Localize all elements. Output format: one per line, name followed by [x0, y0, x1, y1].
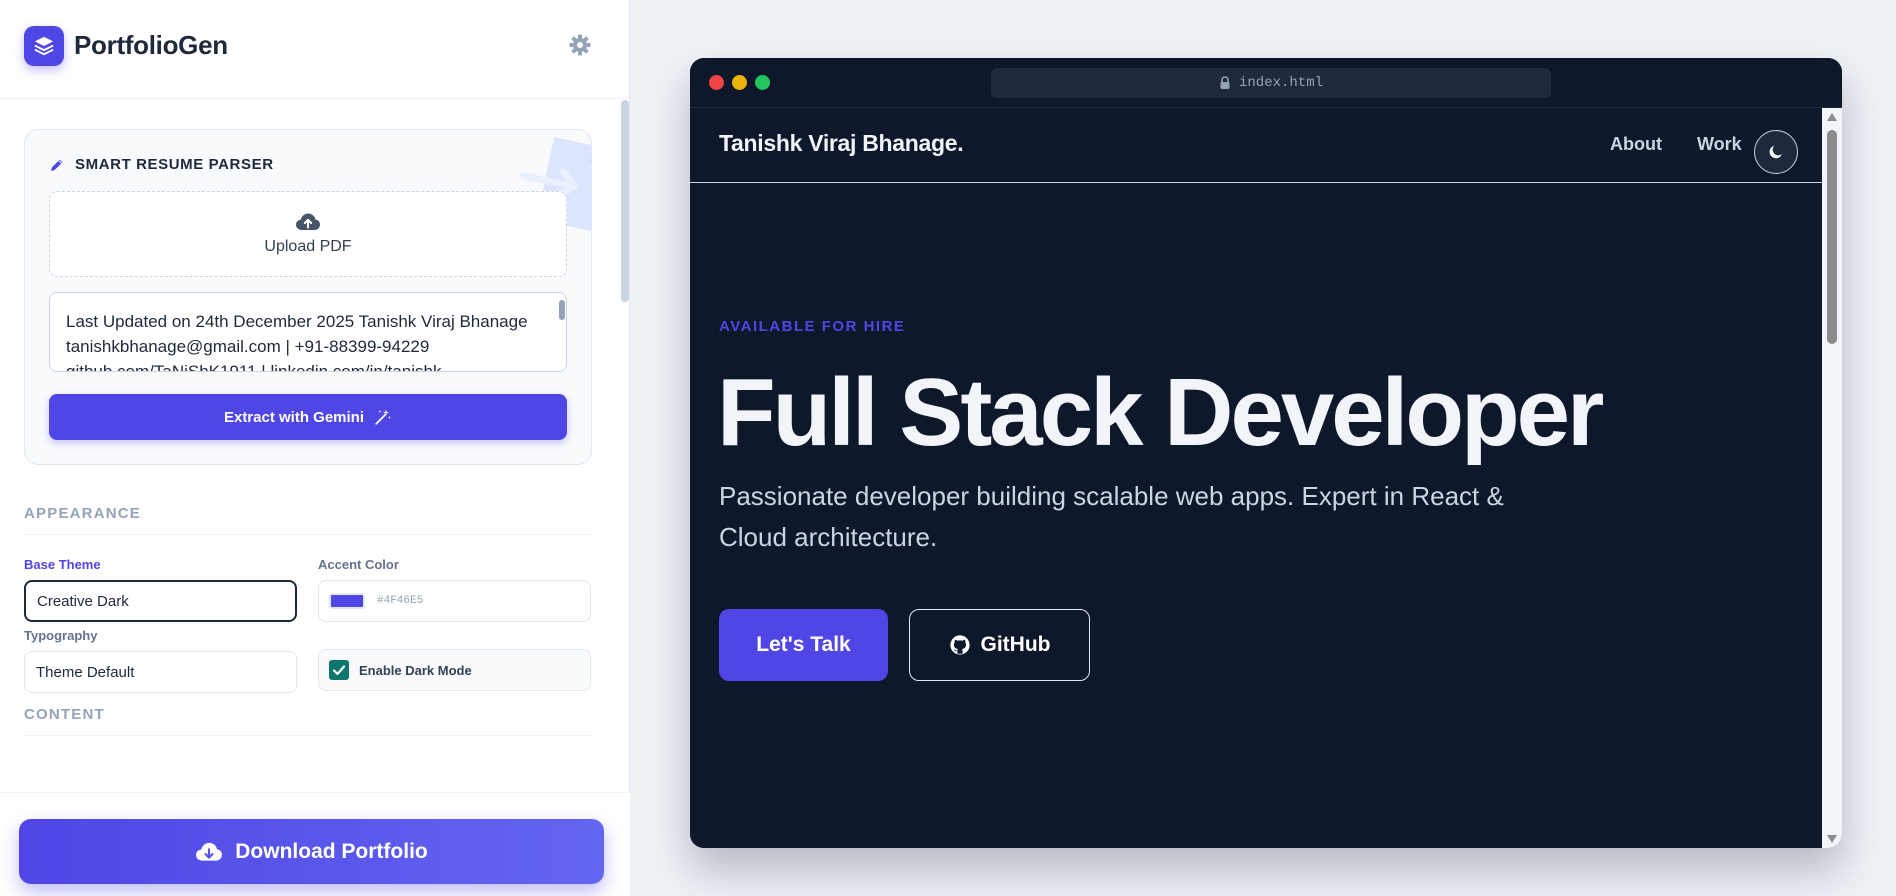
address-bar[interactable]: index.html: [991, 68, 1551, 98]
availability-badge: AVAILABLE FOR HIRE: [719, 318, 906, 335]
appearance-divider: [24, 534, 592, 535]
dark-mode-label: Enable Dark Mode: [359, 662, 472, 678]
parser-title: SMART RESUME PARSER: [75, 156, 274, 173]
nav-link-about[interactable]: About: [1610, 134, 1662, 155]
typography-value: Theme Default: [36, 663, 135, 681]
download-portfolio-label: Download Portfolio: [235, 839, 428, 863]
app-logo: [24, 26, 64, 66]
hero-headline: Full Stack Developer: [717, 359, 1604, 466]
settings-scroll-area[interactable]: SMART RESUME PARSER Upload PDF Last Upda…: [0, 100, 630, 792]
cloud-upload-icon: [296, 213, 320, 230]
accent-color-hex: #4F46E5: [377, 595, 424, 607]
sidebar-scrollbar-thumb[interactable]: [621, 100, 629, 302]
browser-chrome: index.html: [690, 58, 1842, 108]
sidebar-header: PortfolioGen: [0, 0, 630, 99]
resume-text-scrollbar[interactable]: [559, 300, 565, 320]
scroll-up-arrow-icon[interactable]: [1826, 112, 1838, 122]
upload-pdf-label: Upload PDF: [264, 238, 352, 255]
base-theme-select[interactable]: Creative Dark: [24, 580, 297, 622]
github-button[interactable]: GitHub: [909, 609, 1090, 681]
accent-color-label: Accent Color: [318, 557, 399, 572]
magic-wand-icon: [375, 409, 391, 425]
site-navbar: Tanishk Viraj Bhanage. About Work: [690, 108, 1822, 183]
live-preview-window: index.html Tanishk Viraj Bhanage. About …: [690, 58, 1842, 848]
parser-title-row: SMART RESUME PARSER: [49, 156, 274, 173]
app-title: PortfolioGen: [74, 30, 228, 60]
editor-sidebar: PortfolioGen SMART RESUME PARSER Upload …: [0, 0, 630, 896]
layers-icon: [34, 36, 54, 56]
typography-select[interactable]: Theme Default: [24, 651, 297, 693]
pencil-icon: [51, 159, 63, 171]
scroll-down-arrow-icon[interactable]: [1826, 834, 1838, 844]
lock-icon: [1220, 76, 1230, 89]
extract-with-gemini-button[interactable]: Extract with Gemini: [49, 394, 567, 440]
accent-color-picker[interactable]: #4F46E5: [318, 580, 591, 622]
moon-icon: [1769, 145, 1782, 159]
base-theme-value: Creative Dark: [37, 592, 129, 610]
base-theme-label: Base Theme: [24, 557, 101, 572]
theme-toggle-button[interactable]: [1754, 130, 1798, 174]
preview-scrollbar-thumb[interactable]: [1827, 130, 1837, 344]
extract-button-label: Extract with Gemini: [223, 408, 365, 426]
resume-parser-card: SMART RESUME PARSER Upload PDF Last Upda…: [24, 129, 592, 465]
lets-talk-label: Let's Talk: [756, 633, 851, 656]
content-section-label: CONTENT: [24, 706, 105, 723]
content-divider: [24, 735, 592, 736]
gear-icon[interactable]: [568, 33, 592, 57]
dark-mode-toggle[interactable]: Enable Dark Mode: [318, 649, 591, 691]
window-minimize-dot[interactable]: [732, 75, 747, 90]
download-portfolio-button[interactable]: Download Portfolio: [19, 819, 604, 884]
appearance-section-label: APPEARANCE: [24, 505, 142, 522]
portfolio-site: Tanishk Viraj Bhanage. About Work AVAILA…: [690, 108, 1822, 848]
github-label: GitHub: [980, 633, 1051, 656]
hero-subtitle: Passionate developer building scalable w…: [719, 481, 1504, 552]
check-icon: [332, 665, 346, 676]
address-bar-url: index.html: [1238, 75, 1323, 91]
lets-talk-button[interactable]: Let's Talk: [719, 609, 888, 681]
cloud-download-icon: [196, 842, 223, 861]
sidebar-footer: Download Portfolio: [0, 792, 630, 896]
site-logo[interactable]: Tanishk Viraj Bhanage.: [719, 130, 964, 157]
resume-text-area[interactable]: Last Updated on 24th December 2025 Tanis…: [49, 292, 567, 372]
dark-mode-checkbox[interactable]: [329, 660, 349, 680]
nav-link-work[interactable]: Work: [1697, 134, 1742, 155]
window-maximize-dot[interactable]: [755, 75, 770, 90]
window-close-dot[interactable]: [709, 75, 724, 90]
upload-pdf-dropzone[interactable]: Upload PDF: [49, 191, 567, 277]
preview-scrollbar[interactable]: [1822, 108, 1842, 848]
github-icon: [949, 635, 970, 655]
accent-color-swatch[interactable]: [329, 593, 365, 609]
typography-label: Typography: [24, 628, 98, 643]
